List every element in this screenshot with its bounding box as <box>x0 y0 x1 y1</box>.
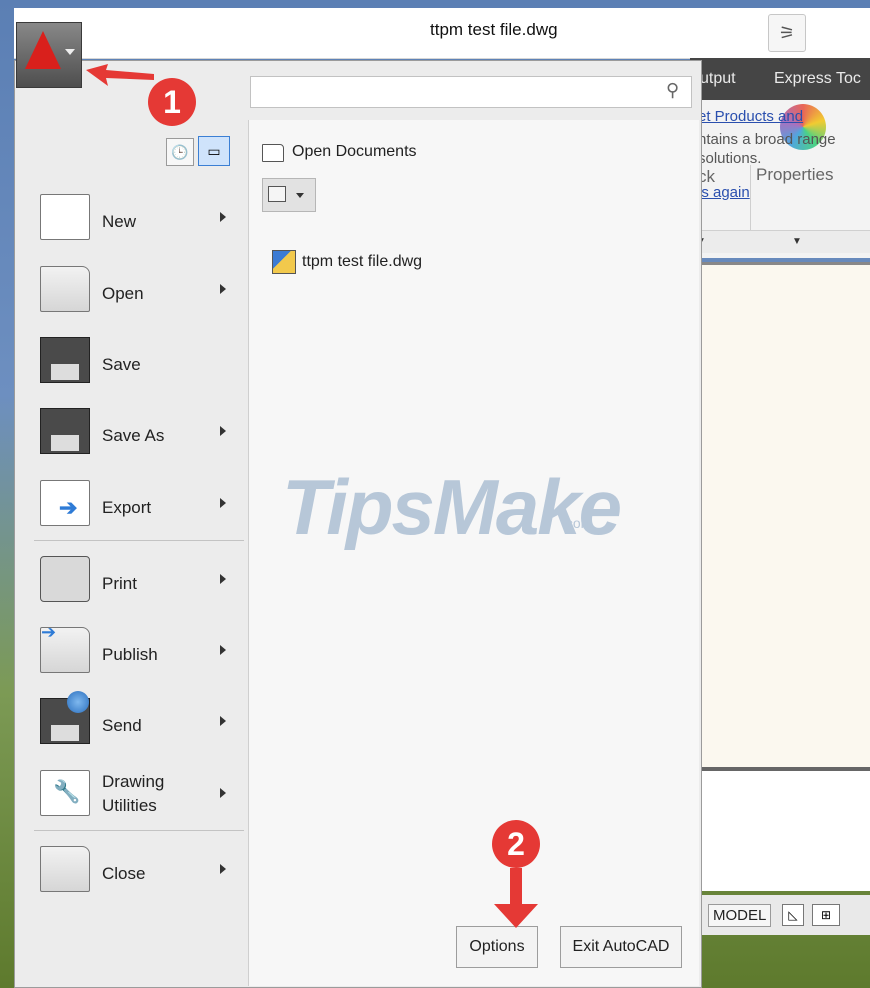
watermark: TipsMake <box>282 463 622 551</box>
menu-item-save-as[interactable]: Save As <box>30 396 245 466</box>
submenu-arrow-icon <box>220 284 226 294</box>
menu-item-drawing-utilities[interactable]: 🔧 Drawing Utilities <box>30 758 245 828</box>
ribbon-panel-label-properties: Properties <box>756 165 834 184</box>
menu-item-label-line2: Utilities <box>102 796 157 815</box>
menu-item-label: Open <box>102 284 144 303</box>
documents-panel <box>248 120 699 986</box>
menu-item-label: Save As <box>102 426 165 445</box>
ribbon-featured-text: ntains a broad range <box>698 131 836 148</box>
submenu-arrow-icon <box>220 426 226 436</box>
new-document-icon <box>40 194 90 240</box>
menu-item-publish[interactable]: ➔ Publish <box>30 615 245 685</box>
ribbon-tab-output[interactable]: utput <box>700 70 736 88</box>
submenu-arrow-icon <box>220 788 226 798</box>
ribbon-tab-bar: utput Express Toc <box>690 58 870 100</box>
recent-documents-icon[interactable]: 🕒 <box>166 138 194 166</box>
ribbon-featured-link[interactable]: et Products and <box>698 108 803 125</box>
menu-item-label: Print <box>102 574 137 593</box>
callout-badge-1: 1 <box>148 78 196 126</box>
options-button[interactable]: Options <box>456 926 538 968</box>
search-input[interactable] <box>250 76 692 108</box>
ribbon-panel-bar <box>690 230 870 253</box>
open-documents-heading: Open Documents <box>292 143 417 160</box>
submenu-arrow-icon <box>220 864 226 874</box>
folder-icon <box>262 144 284 162</box>
icons-view-icon <box>268 186 286 202</box>
ribbon-featured-text: solutions. <box>698 150 762 167</box>
submenu-arrow-icon <box>220 645 226 655</box>
menu-divider <box>34 540 244 541</box>
dwg-file-icon <box>272 250 296 274</box>
menu-item-close[interactable]: Close <box>30 834 245 904</box>
ribbon-tab-express-tools[interactable]: Express Toc <box>774 70 861 88</box>
close-folder-icon <box>40 846 90 892</box>
menu-item-label: Save <box>102 355 141 374</box>
autocad-logo-icon <box>25 31 61 69</box>
model-tab[interactable]: MODEL <box>708 904 772 927</box>
chevron-down-icon <box>65 49 75 55</box>
menu-item-send[interactable]: Send <box>30 686 245 756</box>
menu-item-new[interactable]: New <box>30 182 245 252</box>
open-documents-icon[interactable]: ▭ <box>198 136 230 166</box>
menu-command-list: New Open Save Save As ➔ Export Print ➔ P… <box>30 178 245 978</box>
layouts-icon[interactable]: ⊞ <box>812 904 840 926</box>
save-as-icon <box>40 408 90 454</box>
submenu-arrow-icon <box>220 574 226 584</box>
communication-center-icon[interactable]: ⚞ <box>768 14 806 52</box>
menu-item-label: Drawing <box>102 772 165 791</box>
menu-item-save[interactable]: Save <box>30 325 245 395</box>
menu-item-label: Send <box>102 716 142 735</box>
save-disk-icon <box>40 337 90 383</box>
callout-arrow-1 <box>86 64 154 86</box>
application-button[interactable] <box>16 22 82 88</box>
menu-item-print[interactable]: Print <box>30 544 245 614</box>
watermark-suffix: .com <box>562 515 593 531</box>
window-title: ttpm test file.dwg <box>430 20 558 39</box>
chevron-down-icon[interactable]: ▼ <box>792 236 802 247</box>
submenu-arrow-icon <box>220 212 226 222</box>
menu-item-open[interactable]: Open <box>30 254 245 324</box>
menu-divider <box>34 830 244 831</box>
drawing-utilities-icon: 🔧 <box>40 770 90 816</box>
open-folder-icon <box>40 266 90 312</box>
publish-icon: ➔ <box>40 622 90 673</box>
submenu-arrow-icon <box>220 716 226 726</box>
open-document-item[interactable]: ttpm test file.dwg <box>302 253 422 271</box>
callout-arrow-2 <box>494 868 538 928</box>
search-icon[interactable]: ⚲ <box>666 80 679 101</box>
ribbon-featured-link[interactable]: is again <box>698 184 750 201</box>
menu-item-label: Close <box>102 864 146 883</box>
command-line[interactable] <box>700 767 870 891</box>
menu-item-label: New <box>102 212 137 231</box>
submenu-arrow-icon <box>220 498 226 508</box>
menu-item-label: Publish <box>102 645 158 664</box>
menu-item-export[interactable]: ➔ Export <box>30 468 245 538</box>
exit-autocad-button[interactable]: Exit AutoCAD <box>560 926 682 968</box>
drawing-canvas[interactable] <box>700 262 870 770</box>
send-icon <box>40 691 90 744</box>
printer-icon <box>40 556 90 602</box>
layout-icon[interactable]: ◺ <box>782 904 804 926</box>
callout-badge-2: 2 <box>492 820 540 868</box>
chevron-down-icon <box>296 193 304 198</box>
export-icon: ➔ <box>40 480 90 526</box>
menu-item-label: Export <box>102 498 152 517</box>
